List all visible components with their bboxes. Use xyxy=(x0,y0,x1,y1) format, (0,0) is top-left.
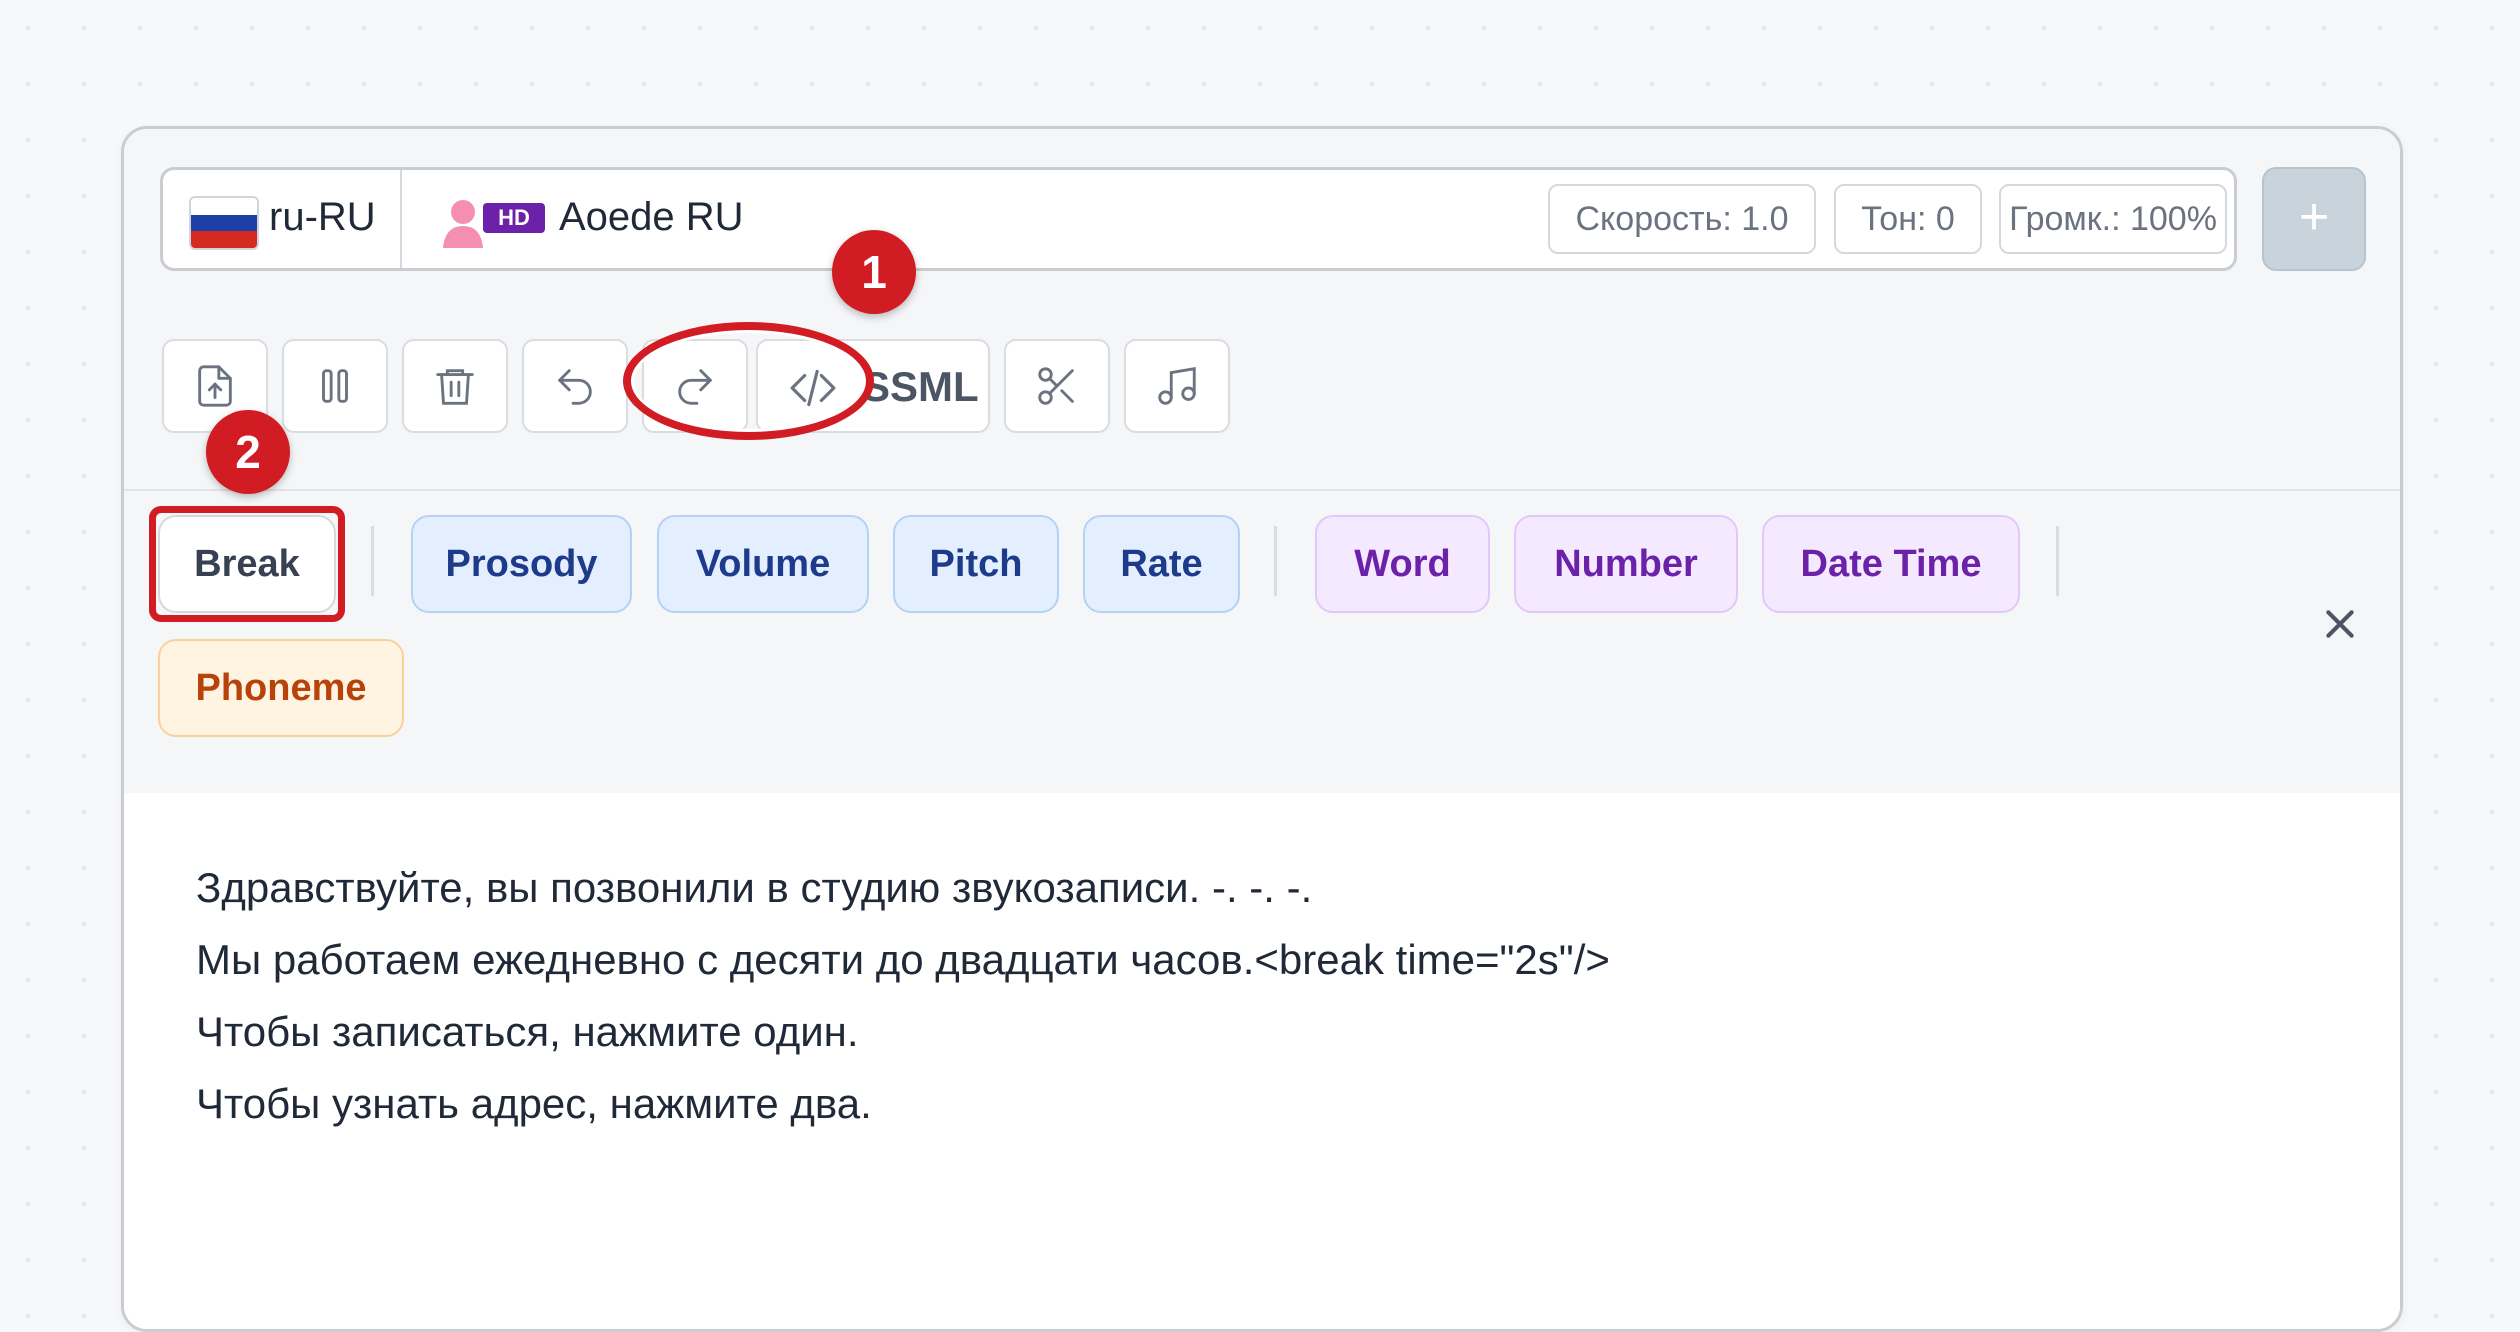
phoneme-tag-button[interactable]: Phoneme xyxy=(158,639,404,737)
ssml-highlight-ring xyxy=(623,322,874,440)
voice-settings-area: ru-RU HD Aoede RU Скорость: 1.0 Тон: 0 Г… xyxy=(124,129,2400,315)
editor-line: Чтобы записаться, нажмите один. xyxy=(196,1008,859,1055)
music-icon xyxy=(1158,367,1196,405)
step-marker-1: 1 xyxy=(832,230,916,314)
trash-icon xyxy=(436,369,474,405)
pause-button[interactable] xyxy=(282,339,388,433)
editor-card: ru-RU HD Aoede RU Скорость: 1.0 Тон: 0 Г… xyxy=(121,126,2403,1332)
upload-icon xyxy=(198,365,232,407)
pitch-tag-button[interactable]: Pitch xyxy=(893,515,1059,613)
tag-separator xyxy=(2056,526,2059,596)
editor-line: Мы работаем ежедневно с десяти до двадца… xyxy=(196,936,1610,983)
datetime-tag-button[interactable]: Date Time xyxy=(1762,515,2020,613)
tag-separator xyxy=(371,526,374,596)
undo-button[interactable] xyxy=(522,339,628,433)
cut-button[interactable] xyxy=(1004,339,1110,433)
scissors-icon xyxy=(1038,367,1074,405)
close-icon[interactable] xyxy=(2320,604,2360,644)
editor-line: Чтобы узнать адрес, нажмите два. xyxy=(196,1080,872,1127)
language-selector[interactable]: ru-RU xyxy=(163,170,402,268)
editor-line: Здравствуйте, вы позвонили в студию звук… xyxy=(196,864,1313,911)
step-marker-2: 2 xyxy=(206,410,290,494)
undo-icon xyxy=(558,369,592,405)
break-highlight-box xyxy=(149,506,345,622)
tag-separator xyxy=(1274,526,1277,596)
pause-icon xyxy=(322,369,348,403)
editor-toolbar: SSML xyxy=(124,313,2400,491)
hd-badge: HD xyxy=(483,203,545,233)
number-tag-button[interactable]: Number xyxy=(1514,515,1738,613)
russia-flag-icon xyxy=(189,196,259,250)
ssml-label: SSML xyxy=(862,363,979,410)
volume-setting[interactable]: Громк.: 100% xyxy=(1999,184,2227,254)
delete-button[interactable] xyxy=(402,339,508,433)
language-label: ru-RU xyxy=(269,195,376,239)
voice-name[interactable]: Aoede RU xyxy=(559,192,744,242)
tone-setting[interactable]: Тон: 0 xyxy=(1834,184,1982,254)
word-tag-button[interactable]: Word xyxy=(1315,515,1490,613)
add-voice-button[interactable]: + xyxy=(2262,167,2366,271)
volume-tag-button[interactable]: Volume xyxy=(657,515,869,613)
female-avatar-icon xyxy=(443,200,483,248)
prosody-tag-button[interactable]: Prosody xyxy=(411,515,632,613)
music-button[interactable] xyxy=(1124,339,1230,433)
speed-setting[interactable]: Скорость: 1.0 xyxy=(1548,184,1816,254)
voice-selector-bar[interactable]: ru-RU HD Aoede RU Скорость: 1.0 Тон: 0 Г… xyxy=(160,167,2237,271)
rate-tag-button[interactable]: Rate xyxy=(1083,515,1240,613)
